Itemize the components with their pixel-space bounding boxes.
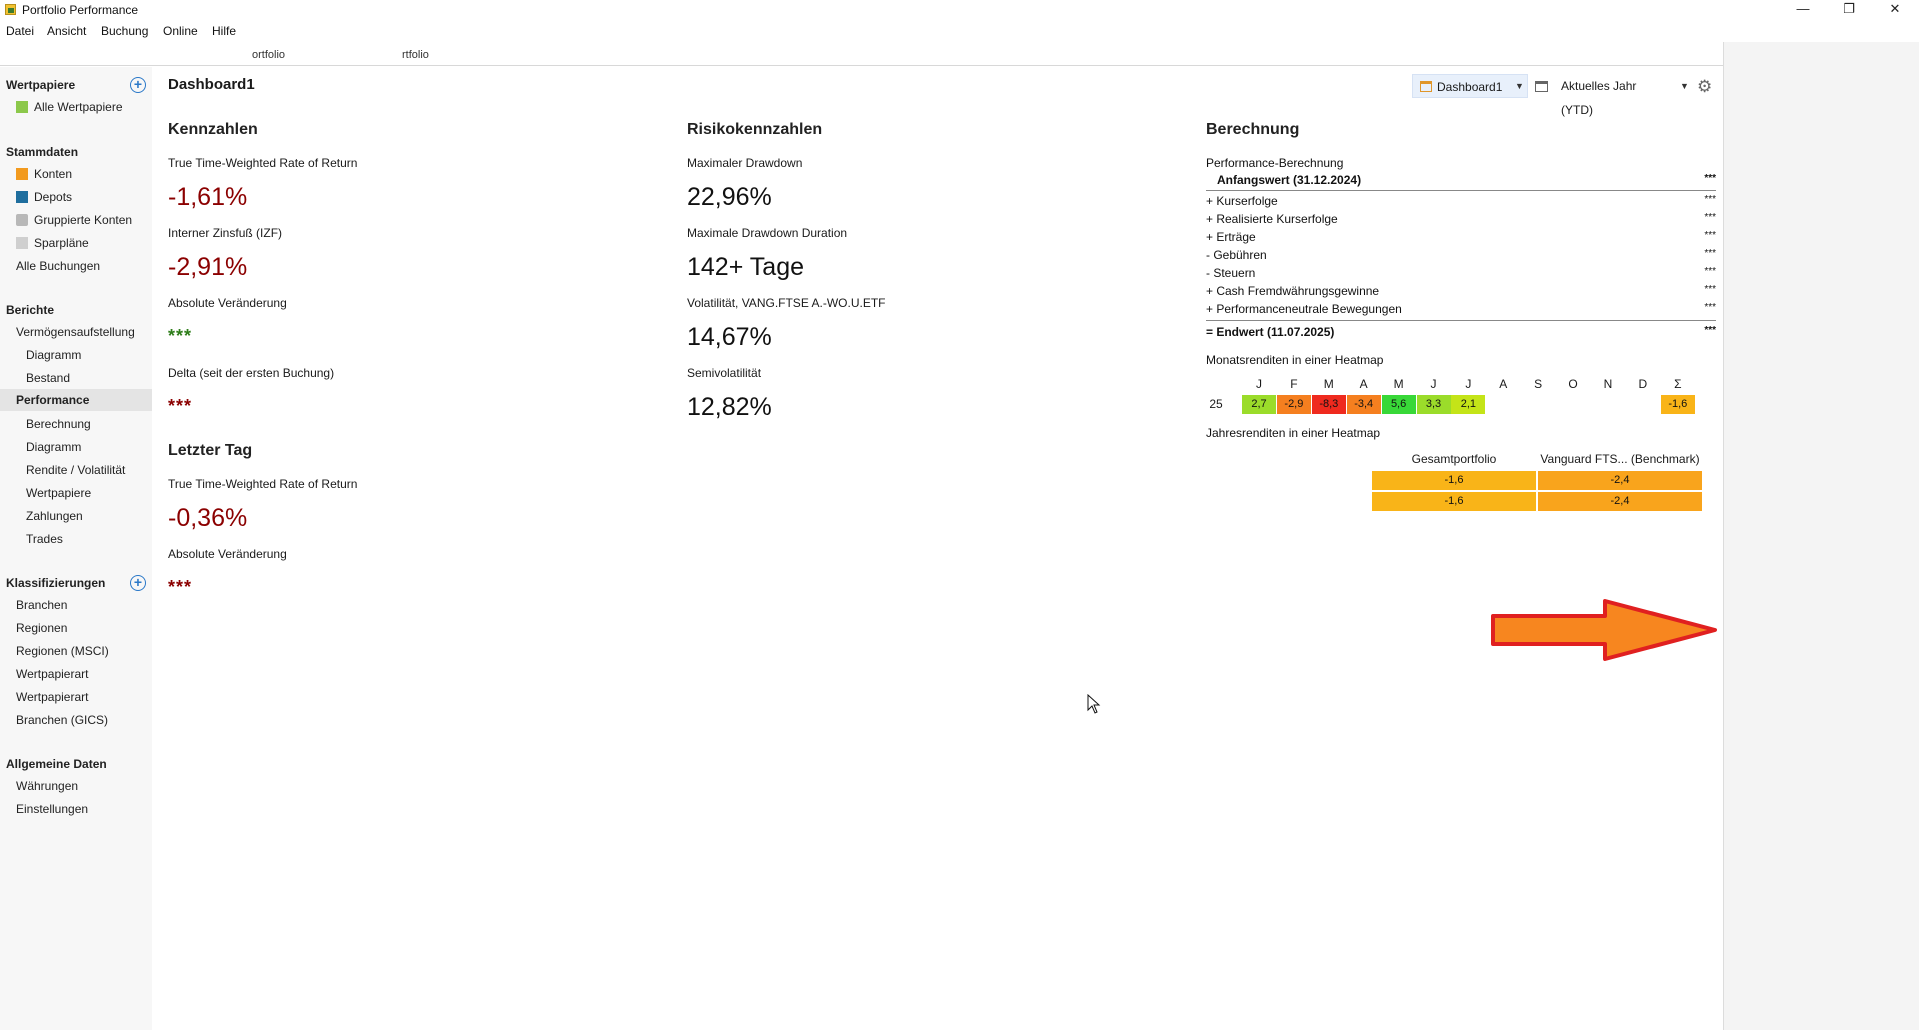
heatmap-month-header: M bbox=[1323, 377, 1334, 391]
title-bar: Portfolio Performance — ❐ ✕ bbox=[0, 0, 1919, 20]
tab-portfolio-2[interactable]: rtfolio bbox=[402, 49, 429, 61]
heatmap-cell: -2,9 bbox=[1276, 395, 1311, 414]
sidebar-item-alle-wertpapiere[interactable]: Alle Wertpapiere bbox=[16, 100, 123, 114]
sidebar-section-klassifizierungen: Klassifizierungen bbox=[6, 576, 106, 590]
right-side-panel bbox=[1723, 42, 1919, 1030]
heatmap-month-header: J bbox=[1465, 377, 1472, 391]
app-logo-icon bbox=[5, 4, 16, 15]
menu-datei[interactable]: Datei bbox=[6, 24, 34, 38]
account-icon bbox=[16, 168, 28, 180]
heatmap-month-header: M bbox=[1393, 377, 1404, 391]
calc-row: + Performanceneutrale Bewegungen *** bbox=[1206, 302, 1716, 316]
sidebar-item-wertpapierart-2[interactable]: Wertpapierart bbox=[16, 690, 88, 704]
divider bbox=[1206, 190, 1716, 191]
menu-hilfe[interactable]: Hilfe bbox=[212, 24, 236, 38]
calc-row-end: = Endwert (11.07.2025) *** bbox=[1206, 325, 1716, 339]
calc-row: + Kurserfolge *** bbox=[1206, 194, 1716, 208]
yearly-heatmap-cell: -2,4 bbox=[1538, 492, 1702, 511]
calc-row: + Erträge *** bbox=[1206, 230, 1716, 244]
heatmap-cell: -3,4 bbox=[1346, 395, 1381, 414]
sidebar: Wertpapiere + Alle Wertpapiere Stammdate… bbox=[0, 67, 152, 1030]
sidebar-item-vermoegensaufstellung[interactable]: Vermögensaufstellung bbox=[16, 325, 135, 339]
document-icon bbox=[16, 101, 28, 113]
calc-row: + Realisierte Kurserfolge *** bbox=[1206, 212, 1716, 226]
sidebar-section-wertpapiere: Wertpapiere bbox=[6, 78, 76, 92]
sidebar-item-gruppierte-konten[interactable]: Gruppierte Konten bbox=[16, 213, 132, 227]
divider bbox=[1206, 320, 1716, 321]
add-classification-button[interactable]: + bbox=[130, 575, 146, 591]
yearly-heatmap-column-header: Gesamtportfolio bbox=[1411, 452, 1497, 466]
sidebar-item-performance[interactable]: Performance bbox=[0, 389, 152, 411]
app-title: Portfolio Performance bbox=[22, 3, 139, 17]
annotation-arrow bbox=[1491, 599, 1717, 661]
sidebar-item-depots[interactable]: Depots bbox=[16, 190, 72, 204]
sidebar-item-branchen[interactable]: Branchen bbox=[16, 598, 67, 612]
heatmap-month-header: A bbox=[1359, 377, 1368, 391]
depot-icon bbox=[16, 191, 28, 203]
add-security-button[interactable]: + bbox=[130, 77, 146, 93]
calc-row: - Steuern *** bbox=[1206, 266, 1716, 280]
yearly-heatmap-title: Jahresrenditen in einer Heatmap bbox=[1206, 426, 1381, 440]
yearly-heatmap-cell: -1,6 bbox=[1372, 471, 1536, 490]
calc-row: + Cash Fremdwährungsgewinne *** bbox=[1206, 284, 1716, 298]
menu-online[interactable]: Online bbox=[163, 24, 198, 38]
calc-row-start: Anfangswert (31.12.2024) *** bbox=[1217, 173, 1716, 187]
heatmap-month-header: O bbox=[1568, 377, 1578, 391]
sidebar-item-sparplaene[interactable]: Sparpläne bbox=[16, 236, 89, 250]
sidebar-section-stammdaten: Stammdaten bbox=[6, 145, 79, 159]
heatmap-cell: 2,1 bbox=[1451, 395, 1486, 414]
heatmap-cell: 3,3 bbox=[1416, 395, 1451, 414]
heatmap-cell: 5,6 bbox=[1381, 395, 1416, 414]
sidebar-item-wertpapiere[interactable]: Wertpapiere bbox=[26, 486, 91, 500]
sidebar-item-regionen-msci[interactable]: Regionen (MSCI) bbox=[16, 644, 109, 658]
sidebar-item-waehrungen[interactable]: Währungen bbox=[16, 779, 78, 793]
yearly-heatmap-cell: -1,6 bbox=[1372, 492, 1536, 511]
heatmap-cell: -8,3 bbox=[1311, 395, 1346, 414]
heatmap-month-header: F bbox=[1290, 377, 1298, 391]
yearly-heatmap-cell: -2,4 bbox=[1538, 471, 1702, 490]
close-button[interactable]: ✕ bbox=[1872, 0, 1918, 20]
sidebar-item-konten[interactable]: Konten bbox=[16, 167, 72, 181]
tab-portfolio-1[interactable]: ortfolio bbox=[252, 49, 285, 61]
layers-icon bbox=[16, 214, 28, 226]
file-tab-strip: ortfolio rtfolio bbox=[0, 44, 1723, 66]
heatmap-month-header: J bbox=[1430, 377, 1437, 391]
heatmap-cell: 2,7 bbox=[1242, 395, 1276, 414]
sidebar-item-performance-diagramm[interactable]: Diagramm bbox=[26, 440, 81, 454]
sidebar-item-bestand[interactable]: Bestand bbox=[26, 371, 70, 385]
minimize-button[interactable]: — bbox=[1780, 0, 1826, 20]
menu-ansicht[interactable]: Ansicht bbox=[47, 24, 86, 38]
sidebar-section-allgemeine-daten: Allgemeine Daten bbox=[6, 757, 107, 771]
sidebar-item-rendite-volatilitaet[interactable]: Rendite / Volatilität bbox=[26, 463, 125, 477]
calc-row: - Gebühren *** bbox=[1206, 248, 1716, 262]
heatmap-month-header: D bbox=[1638, 377, 1648, 391]
sidebar-item-branchen-gics[interactable]: Branchen (GICS) bbox=[16, 713, 108, 727]
sidebar-item-einstellungen[interactable]: Einstellungen bbox=[16, 802, 88, 816]
heatmap-cell: -1,6 bbox=[1660, 395, 1695, 414]
heatmap-row-label: 25 bbox=[1209, 397, 1223, 411]
heatmap-month-header: S bbox=[1534, 377, 1543, 391]
menu-buchung[interactable]: Buchung bbox=[101, 24, 148, 38]
mouse-cursor-icon bbox=[1087, 694, 1101, 714]
calc-subtitle: Performance-Berechnung bbox=[1206, 156, 1344, 170]
sidebar-item-alle-buchungen[interactable]: Alle Buchungen bbox=[16, 259, 100, 273]
yearly-heatmap-column-header: Vanguard FTS... (Benchmark) bbox=[1540, 452, 1700, 466]
sidebar-item-wertpapierart-1[interactable]: Wertpapierart bbox=[16, 667, 88, 681]
savings-plan-icon bbox=[16, 237, 28, 249]
restore-button[interactable]: ❐ bbox=[1826, 0, 1872, 20]
heatmap-month-header: Σ bbox=[1674, 377, 1682, 391]
sidebar-item-berechnung[interactable]: Berechnung bbox=[26, 417, 91, 431]
sidebar-item-diagramm[interactable]: Diagramm bbox=[26, 348, 81, 362]
sidebar-item-zahlungen[interactable]: Zahlungen bbox=[26, 509, 83, 523]
heatmap-month-header: A bbox=[1499, 377, 1508, 391]
sidebar-section-berichte: Berichte bbox=[6, 303, 55, 317]
sidebar-item-regionen[interactable]: Regionen bbox=[16, 621, 67, 635]
berechnung-panel: Performance-Berechnung Anfangswert (31.1… bbox=[152, 67, 1723, 1030]
heatmap-month-header: J bbox=[1256, 377, 1262, 391]
monthly-heatmap-title: Monatsrenditen in einer Heatmap bbox=[1206, 353, 1384, 367]
heatmap-month-header: N bbox=[1603, 377, 1613, 391]
sidebar-item-trades[interactable]: Trades bbox=[26, 532, 63, 546]
